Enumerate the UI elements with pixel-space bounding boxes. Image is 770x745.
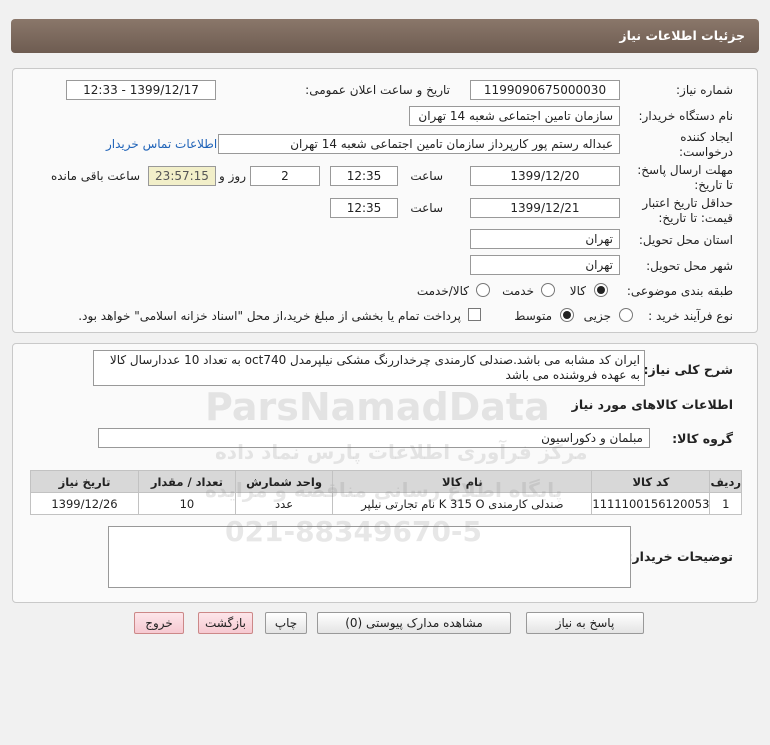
remaining-label: ساعت باقی مانده xyxy=(50,169,140,183)
category-radio-service[interactable] xyxy=(541,283,555,297)
process-label: نوع فرآیند خرید : xyxy=(648,309,733,323)
process-radio-medium[interactable] xyxy=(560,308,574,322)
deadline-time-label: ساعت xyxy=(410,169,443,183)
city-field: تهران xyxy=(470,255,620,275)
page-header: جزئیات اطلاعات نیاز xyxy=(11,19,759,53)
cell-row-number: 1 xyxy=(709,492,742,515)
creator-label-2: درخواست: xyxy=(679,145,733,159)
back-button[interactable]: بازگشت xyxy=(198,612,253,634)
buyer-notes-box xyxy=(108,526,631,588)
col-need-date: تاریخ نیاز xyxy=(30,470,139,493)
need-number-label: شماره نیاز: xyxy=(676,83,733,97)
deadline-date-field: 1399/12/20 xyxy=(470,166,620,186)
days-field: 2 xyxy=(250,166,320,186)
process-option-medium: متوسط xyxy=(514,309,552,323)
validity-label-2: قیمت: تا تاریخ: xyxy=(658,211,733,225)
deadline-label-2: تا تاریخ: xyxy=(694,178,733,192)
cell-need-date: 1399/12/26 xyxy=(30,492,139,515)
attachments-button[interactable]: مشاهده مدارک پیوستی (0) xyxy=(317,612,511,634)
province-label: استان محل تحویل: xyxy=(638,233,733,247)
description-label: شرح کلی نیاز: xyxy=(643,362,733,377)
description-line-1: ایران کد مشابه می باشد.صندلی کارمندی چرخ… xyxy=(109,353,640,367)
province-field: تهران xyxy=(470,229,620,249)
category-option-goods-service: کالا/خدمت xyxy=(416,284,469,298)
page-title: جزئیات اطلاعات نیاز xyxy=(619,28,745,43)
buyer-field: سازمان تامین اجتماعی شعبه 14 تهران xyxy=(409,106,620,126)
buyer-notes-label: توضیحات خریدار: xyxy=(627,549,733,564)
items-table-wrap: ردیف کد کالا نام کالا واحد شمارش تعداد /… xyxy=(30,470,742,515)
description-box: ایران کد مشابه می باشد.صندلی کارمندی چرخ… xyxy=(93,350,645,386)
col-unit: واحد شمارش xyxy=(234,470,334,493)
exit-button[interactable]: خروج xyxy=(134,612,184,634)
announce-label: تاریخ و ساعت اعلان عمومی: xyxy=(305,83,450,97)
process-radio-small[interactable] xyxy=(619,308,633,322)
col-row-number: ردیف xyxy=(709,470,742,493)
table-header-row: ردیف کد کالا نام کالا واحد شمارش تعداد /… xyxy=(30,470,742,493)
category-label: طبقه بندی موضوعی: xyxy=(626,284,733,298)
items-table: ردیف کد کالا نام کالا واحد شمارش تعداد /… xyxy=(30,470,742,515)
table-row: 1 1111100156120053 صندلی کارمندی K 315 O… xyxy=(30,492,742,515)
col-quantity: تعداد / مقدار xyxy=(137,470,236,493)
goods-group-label: گروه کالا: xyxy=(672,431,733,446)
goods-group-field: مبلمان و دکوراسیون xyxy=(98,428,650,448)
treasury-note: پرداخت تمام یا بخشی از مبلغ خرید،از محل … xyxy=(78,309,461,323)
creator-label-1: ایجاد کننده xyxy=(680,130,733,144)
validity-label-1: حداقل تاریخ اعتبار xyxy=(642,196,733,210)
city-label: شهر محل تحویل: xyxy=(646,259,733,273)
cell-item-code: 1111100156120053 xyxy=(591,492,711,515)
validity-date-field: 1399/12/21 xyxy=(470,198,620,218)
buyer-label: نام دستگاه خریدار: xyxy=(638,109,734,123)
treasury-checkbox[interactable] xyxy=(468,308,481,321)
remaining-time-field: 23:57:15 xyxy=(148,166,216,186)
col-item-name: نام کالا xyxy=(332,470,593,493)
category-radio-goods-service[interactable] xyxy=(476,283,490,297)
col-item-code: کد کالا xyxy=(591,470,711,493)
validity-time-field: 12:35 xyxy=(330,198,398,218)
description-line-2: به عهده فروشنده می باشد xyxy=(505,368,640,382)
deadline-time-field: 12:35 xyxy=(330,166,398,186)
process-option-small: جزیی xyxy=(583,309,611,323)
category-radio-goods[interactable] xyxy=(594,283,608,297)
category-option-goods: کالا xyxy=(569,284,586,298)
days-label: روز و xyxy=(219,169,246,183)
cell-item-name: صندلی کارمندی K 315 O نام تجارتی نیلپر xyxy=(332,492,593,515)
reply-button[interactable]: پاسخ به نیاز xyxy=(526,612,644,634)
cell-unit: عدد xyxy=(234,492,334,515)
validity-time-label: ساعت xyxy=(410,201,443,215)
announce-field: 1399/12/17 - 12:33 xyxy=(66,80,216,100)
deadline-label-1: مهلت ارسال پاسخ: xyxy=(637,163,733,177)
cell-quantity: 10 xyxy=(137,492,236,515)
need-number-field: 1199090675000030 xyxy=(470,80,620,100)
category-option-service: خدمت xyxy=(502,284,534,298)
creator-field: عبداله رستم پور کارپرداز سازمان تامین اج… xyxy=(218,134,620,154)
print-button[interactable]: چاپ xyxy=(265,612,307,634)
goods-section-title: اطلاعات کالاهای مورد نیاز xyxy=(571,397,733,412)
contact-buyer-link[interactable]: اطلاعات تماس خریدار xyxy=(106,137,217,151)
